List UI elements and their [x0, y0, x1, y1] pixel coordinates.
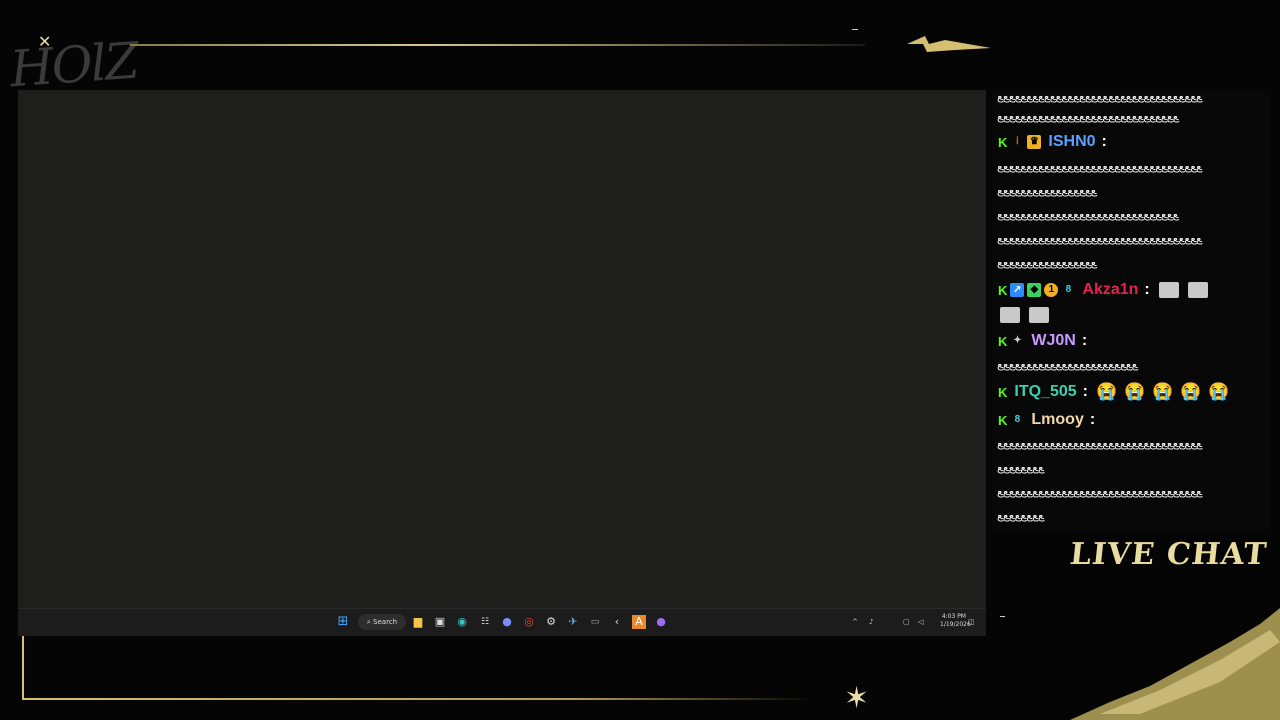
one-badge-icon: 1 — [1044, 283, 1059, 297]
cube-badge-icon: ◆ — [1027, 283, 1042, 297]
kick-icon[interactable]: ‹ — [610, 615, 624, 629]
search-label: Search — [373, 618, 398, 626]
arrow-badge-icon: ➚ — [1010, 283, 1025, 297]
streamer-logo: HOlZ — [8, 31, 140, 99]
sub-badge-icon: 8 — [1014, 414, 1021, 425]
wifi-icon[interactable]: ▢ — [903, 618, 910, 626]
volume-icon[interactable]: ◁ — [918, 618, 923, 626]
steam-icon[interactable]: ✈ — [566, 615, 580, 629]
gold-paint-splash — [1070, 608, 1280, 720]
star-decoration-icon: ✶ — [844, 681, 870, 716]
chat-message-text: ﻊﻊﻊﻊﻊﻊﻊﻊﻊﻊﻊﻊﻊﻊﻊﻊﻊﻊﻊﻊﻊﻊﻊﻊﻊﻊﻊﻊﻊﻊﻊﻊﻊﻊﻊ — [997, 232, 1203, 245]
overlay-bottom-frame — [22, 698, 812, 700]
windows-start-icon[interactable]: ⊞ — [336, 615, 350, 629]
chat-user-row: K ITQ_505 : 😭 😭 😭 😭 😭 — [998, 382, 1230, 401]
app-orange-icon[interactable]: A — [632, 615, 646, 629]
sub-badge-icon: 8 — [1065, 284, 1072, 295]
chat-message-text: ﻊﻊﻊﻊﻊﻊﻊﻊﻊﻊﻊﻊﻊﻊﻊﻊﻊﻊﻊﻊﻊﻊﻊﻊﻊﻊﻊﻊﻊﻊﻊ — [997, 110, 1179, 123]
chat-message-text: ﻊﻊﻊﻊﻊﻊﻊﻊﻊﻊﻊﻊﻊﻊﻊﻊﻊ — [997, 184, 1098, 197]
chat-user-row: K 8 Lmooy : — [998, 411, 1095, 429]
search-button[interactable]: ⌕ Search — [358, 614, 406, 630]
chat-message-text: ﻊﻊﻊﻊﻊﻊﻊﻊﻊﻊﻊﻊﻊﻊﻊﻊﻊﻊﻊﻊﻊﻊﻊﻊ — [997, 358, 1139, 371]
windows-taskbar: ⊞ ⌕ Search ▆ ▣ ◉ ☷ ● ◎ ⚙ ✈ ▭ ‹ A ● ^ ♪ ▢… — [18, 608, 986, 636]
overlay-top-line — [130, 44, 865, 46]
gold-swoosh-icon — [907, 36, 991, 52]
clock-time: 4:03 PM — [941, 613, 966, 620]
chat-message-text: ﻊﻊﻊﻊﻊﻊﻊﻊ — [997, 509, 1045, 522]
chat-message-text: ﻊﻊﻊﻊﻊﻊﻊﻊﻊﻊﻊﻊﻊﻊﻊﻊﻊﻊﻊﻊﻊﻊﻊﻊﻊﻊﻊﻊﻊﻊﻊﻊﻊﻊﻊ — [997, 485, 1203, 498]
chat-username[interactable]: WJ0N — [1031, 332, 1075, 350]
kick-badge-icon: K — [998, 412, 1008, 428]
taskbar-clock[interactable]: 4:03 PM 1/19/2026 — [940, 613, 971, 629]
chat-message-text: ﻊﻊﻊﻊﻊﻊﻊﻊ — [997, 461, 1045, 474]
search-icon: ⌕ — [366, 618, 371, 626]
crying-emoji-icon: 😭 — [1123, 382, 1146, 401]
chat-message-text: ﻊﻊﻊﻊﻊﻊﻊﻊﻊﻊﻊﻊﻊﻊﻊﻊﻊﻊﻊﻊﻊﻊﻊﻊﻊﻊﻊﻊﻊﻊﻊﻊﻊﻊﻊ — [997, 90, 1203, 103]
live-chat-title: LIVE CHAT — [1068, 537, 1269, 572]
microsoft-store-icon[interactable]: ▣ — [433, 615, 447, 629]
desktop-area[interactable] — [18, 90, 986, 608]
chat-username[interactable]: Lmooy — [1031, 411, 1083, 429]
crying-emoji-icon: 😭 — [1207, 382, 1230, 401]
chat-message-text: ﻊﻊﻊﻊﻊﻊﻊﻊﻊﻊﻊﻊﻊﻊﻊﻊﻊﻊﻊﻊﻊﻊﻊﻊﻊﻊﻊﻊﻊﻊﻊﻊﻊﻊﻊ — [997, 160, 1203, 173]
crown-badge-icon: ♛ — [1027, 135, 1042, 149]
clock-date: 1/19/2026 — [940, 621, 971, 628]
tray-chevron-icon[interactable]: ^ — [852, 618, 858, 626]
chat-username[interactable]: ISHN0 — [1048, 133, 1095, 151]
terminal-icon[interactable]: ▭ — [588, 615, 602, 629]
captured-screen: ⊞ ⌕ Search ▆ ▣ ◉ ☷ ● ◎ ⚙ ✈ ▭ ‹ A ● ^ ♪ ▢… — [18, 90, 986, 636]
chat-message-text: ﻊﻊﻊﻊﻊﻊﻊﻊﻊﻊﻊﻊﻊﻊﻊﻊﻊﻊﻊﻊﻊﻊﻊﻊﻊﻊﻊﻊﻊﻊﻊ — [997, 208, 1179, 221]
chrome-icon[interactable]: ◎ — [522, 615, 536, 629]
chat-colon: : — [1082, 383, 1088, 400]
microphone-icon[interactable]: ♪ — [869, 618, 873, 626]
emote-image — [1187, 282, 1208, 298]
divider — [852, 29, 858, 30]
app-purple-icon[interactable]: ● — [654, 615, 668, 629]
chat-message-text: ﻊﻊﻊﻊﻊﻊﻊﻊﻊﻊﻊﻊﻊﻊﻊﻊﻊﻊﻊﻊﻊﻊﻊﻊﻊﻊﻊﻊﻊﻊﻊﻊﻊﻊﻊ — [997, 437, 1203, 450]
file-explorer-icon[interactable]: ▆ — [411, 615, 425, 629]
settings-icon[interactable]: ⚙ — [544, 615, 558, 629]
kick-badge-icon: K — [998, 134, 1008, 150]
chat-username[interactable]: ITQ_505 — [1014, 383, 1076, 401]
divider — [1000, 616, 1005, 617]
emote-row — [998, 306, 1049, 324]
kick-badge-icon: K — [998, 282, 1008, 298]
kick-badge-icon: K — [998, 384, 1008, 400]
chat-user-row: K ✦ WJ0N : — [998, 332, 1087, 350]
emote-image — [1158, 282, 1179, 298]
chat-colon: : — [1101, 133, 1107, 150]
emote-image — [1000, 307, 1020, 323]
chat-colon: : — [1089, 411, 1096, 428]
crying-emoji-icon: 😭 — [1179, 382, 1202, 401]
chat-user-row: K ➚ ◆ 1 8 Akza1n : — [998, 281, 1208, 299]
app-icon[interactable]: ☷ — [478, 615, 492, 629]
chat-user-row: K ⅰ ♛ ISHN0 : — [998, 133, 1107, 151]
crying-emoji-icon: 😭 — [1095, 382, 1118, 401]
notification-icon[interactable]: ◫ — [968, 618, 975, 626]
sparkle-badge-icon: ✦ — [1013, 335, 1022, 346]
chat-colon: : — [1144, 281, 1150, 298]
chat-colon: : — [1081, 332, 1088, 349]
flame-badge-icon: ⅰ — [1016, 136, 1019, 147]
chat-username[interactable]: Akza1n — [1082, 281, 1138, 299]
crying-emoji-icon: 😭 — [1151, 382, 1174, 401]
edge-icon[interactable]: ◉ — [455, 615, 469, 629]
discord-icon[interactable]: ● — [500, 615, 514, 629]
chat-message-text: ﻊﻊﻊﻊﻊﻊﻊﻊﻊﻊﻊﻊﻊﻊﻊﻊﻊ — [997, 256, 1098, 269]
live-chat-panel: ﻊﻊﻊﻊﻊﻊﻊﻊﻊﻊﻊﻊﻊﻊﻊﻊﻊﻊﻊﻊﻊﻊﻊﻊﻊﻊﻊﻊﻊﻊﻊﻊﻊﻊﻊ ﻊﻊﻊﻊ… — [992, 90, 1270, 530]
star-decoration-icon: ✕ — [38, 32, 52, 51]
kick-badge-icon: K — [998, 333, 1008, 349]
emote-image — [1029, 307, 1049, 323]
